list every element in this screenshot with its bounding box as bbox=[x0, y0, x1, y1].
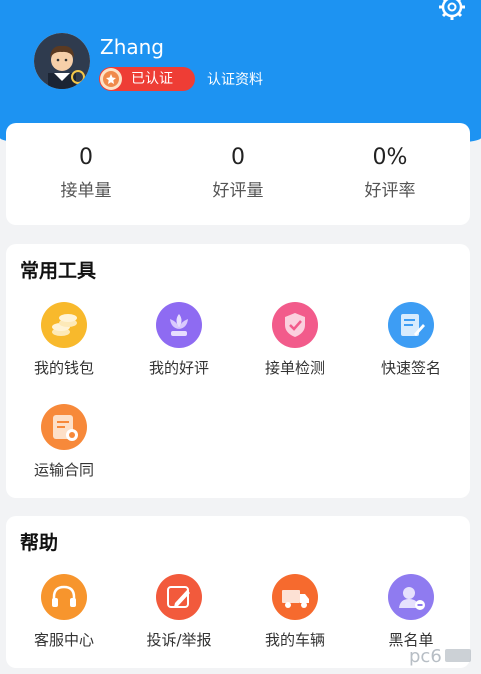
tool-transport-contract[interactable]: 运输合同 bbox=[9, 404, 119, 480]
medal-icon bbox=[100, 68, 122, 90]
tool-label: 快速签名 bbox=[380, 359, 441, 377]
settings-gear-icon[interactable] bbox=[437, 0, 467, 22]
help-label: 客服中心 bbox=[33, 631, 94, 649]
help-complaint[interactable]: 投诉/举报 bbox=[124, 574, 234, 650]
headset-icon bbox=[41, 574, 87, 620]
help-blacklist[interactable]: 黑名单 bbox=[356, 574, 466, 650]
stat-label: 好评量 bbox=[212, 181, 264, 201]
section-title: 帮助 bbox=[20, 532, 59, 554]
tool-wallet[interactable]: 我的钱包 bbox=[9, 302, 119, 378]
cert-status-label: 已认证 bbox=[131, 71, 173, 87]
common-tools-card: 常用工具 我的钱包 我的好评 接单检测 快速签名 运输合同 bbox=[6, 244, 470, 498]
stats-card: 0 接单量 0 好评量 0% 好评率 bbox=[6, 123, 470, 225]
help-my-vehicles[interactable]: 我的车辆 bbox=[240, 574, 350, 650]
certified-badge: 已认证 bbox=[99, 67, 195, 91]
stat-value: 0 bbox=[79, 145, 93, 170]
tool-my-reviews[interactable]: 我的好评 bbox=[124, 302, 234, 378]
tool-label: 运输合同 bbox=[33, 461, 94, 479]
help-customer-service[interactable]: 客服中心 bbox=[9, 574, 119, 650]
avatar[interactable] bbox=[34, 33, 90, 89]
stat-orders[interactable]: 0 接单量 bbox=[16, 145, 156, 201]
help-label: 投诉/举报 bbox=[146, 631, 212, 649]
tool-label: 接单检测 bbox=[264, 359, 325, 377]
svg-text:pc6: pc6 bbox=[409, 646, 442, 666]
stat-good-rate[interactable]: 0% 好评率 bbox=[320, 145, 460, 201]
cert-info-link[interactable]: 认证资料 bbox=[207, 69, 263, 89]
edit-icon bbox=[156, 574, 202, 620]
shield-check-icon bbox=[272, 302, 318, 348]
tool-quick-sign[interactable]: 快速签名 bbox=[356, 302, 466, 378]
help-card: 帮助 客服中心 投诉/举报 我的车辆 黑名单 bbox=[6, 516, 470, 668]
blacklist-user-icon bbox=[388, 574, 434, 620]
wallet-coins-icon bbox=[41, 302, 87, 348]
pc6-watermark-logo: pc6 bbox=[409, 646, 471, 666]
stat-good-reviews[interactable]: 0 好评量 bbox=[168, 145, 308, 201]
stat-label: 接单量 bbox=[60, 181, 112, 201]
tool-label: 我的钱包 bbox=[33, 359, 94, 377]
stat-label: 好评率 bbox=[364, 181, 416, 201]
section-title: 常用工具 bbox=[20, 260, 97, 282]
tool-label: 我的好评 bbox=[148, 359, 209, 377]
stat-value: 0 bbox=[231, 145, 245, 170]
signature-doc-icon bbox=[388, 302, 434, 348]
stat-value: 0% bbox=[372, 145, 408, 170]
tool-order-check[interactable]: 接单检测 bbox=[240, 302, 350, 378]
truck-icon bbox=[272, 574, 318, 620]
username: Zhang bbox=[100, 35, 165, 59]
flower-icon bbox=[156, 302, 202, 348]
help-label: 我的车辆 bbox=[264, 631, 325, 649]
contract-icon bbox=[41, 404, 87, 450]
